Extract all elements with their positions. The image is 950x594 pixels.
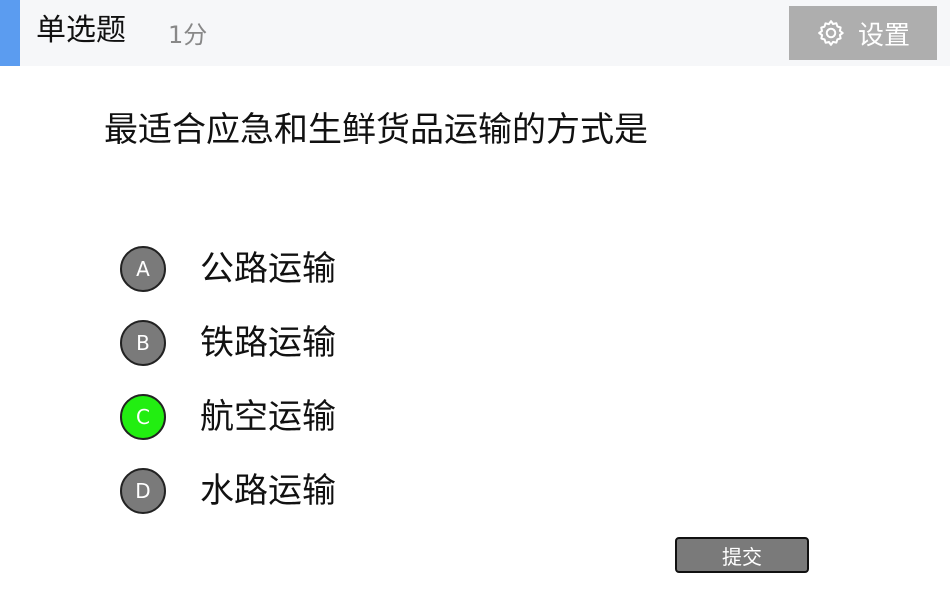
option-c-radio[interactable]: C: [120, 394, 166, 440]
option-c[interactable]: C 航空运输: [120, 394, 336, 440]
option-b[interactable]: B 铁路运输: [120, 320, 336, 366]
option-c-label[interactable]: 航空运输: [200, 395, 336, 439]
settings-button[interactable]: 设置: [789, 6, 937, 60]
question-score: 1分: [168, 21, 208, 49]
option-d-label[interactable]: 水路运输: [200, 469, 336, 513]
option-b-radio[interactable]: B: [120, 320, 166, 366]
header-accent-bar: [0, 0, 20, 66]
question-header: 单选题 1分 设置: [0, 0, 950, 66]
option-d[interactable]: D 水路运输: [120, 468, 336, 514]
settings-label: 设置: [857, 20, 910, 51]
gear-icon: [816, 18, 846, 48]
option-b-label[interactable]: 铁路运输: [200, 321, 336, 365]
submit-button[interactable]: 提交: [675, 537, 809, 573]
option-a-radio[interactable]: A: [120, 246, 166, 292]
option-a[interactable]: A 公路运输: [120, 246, 336, 292]
option-a-label[interactable]: 公路运输: [200, 247, 336, 291]
question-text: 最适合应急和生鲜货品运输的方式是: [104, 110, 648, 150]
option-d-radio[interactable]: D: [120, 468, 166, 514]
question-type-label: 单选题: [36, 13, 126, 48]
